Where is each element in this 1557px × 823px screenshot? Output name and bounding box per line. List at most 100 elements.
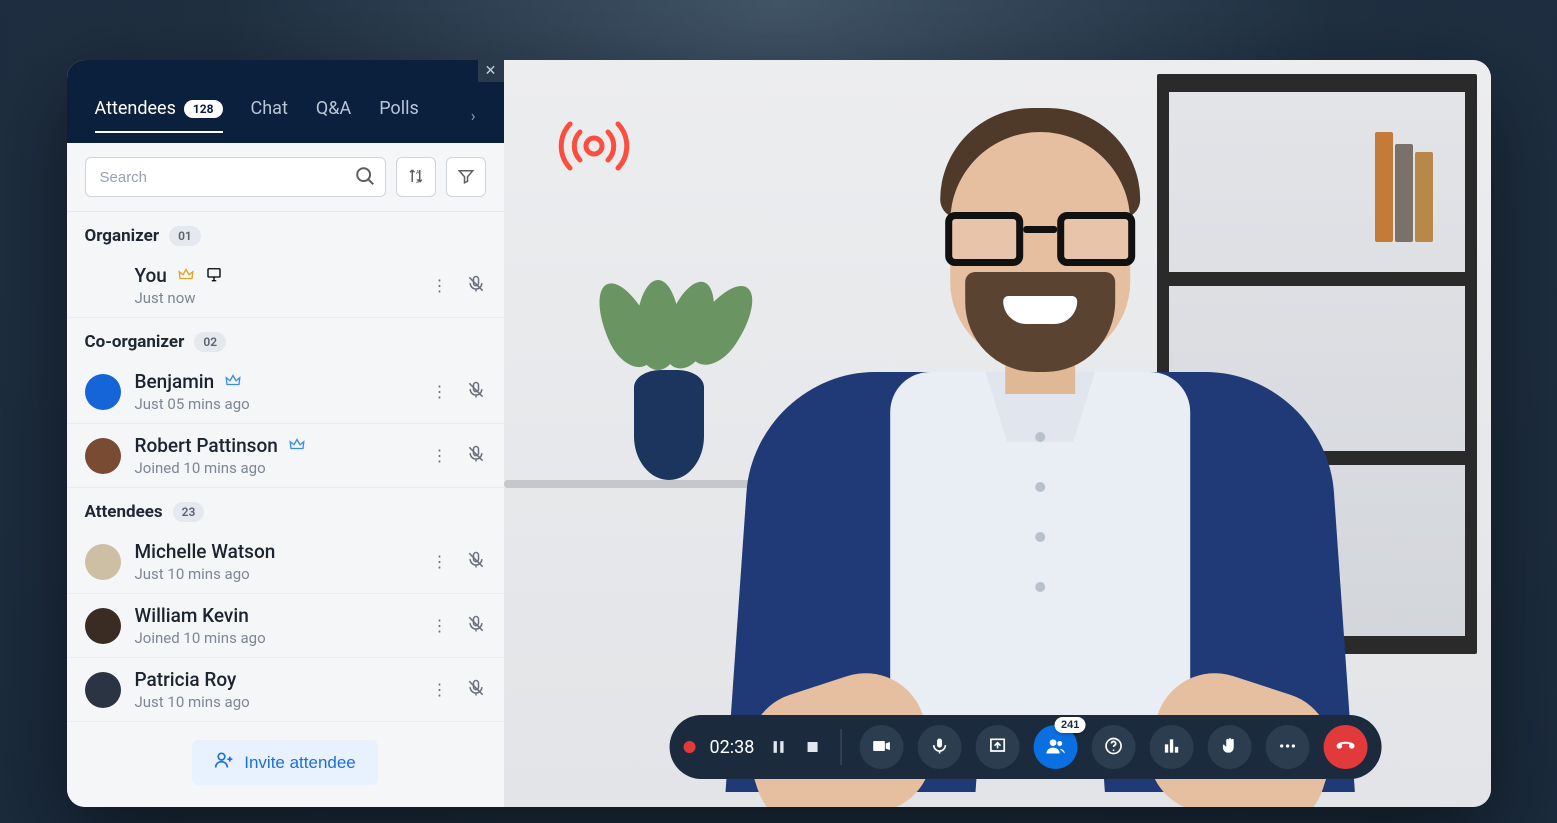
crown-icon — [288, 435, 306, 457]
attendee-name: You — [135, 264, 167, 287]
people-icon — [1045, 736, 1065, 759]
camera-icon — [871, 736, 891, 759]
attendee-subtext: Just 05 mins ago — [135, 395, 432, 413]
participants-button[interactable]: 241 — [1033, 725, 1077, 769]
attendee-name: Benjamin — [135, 370, 215, 393]
section-attendees: Attendees 23 — [67, 488, 504, 530]
crown-icon — [224, 371, 242, 393]
tab-chat[interactable]: Chat — [251, 98, 288, 133]
avatar — [85, 544, 121, 580]
section-count: 23 — [173, 502, 205, 522]
sort-button[interactable]: AZ — [396, 157, 436, 197]
more-icon[interactable]: ⋮ — [432, 680, 448, 699]
attendee-subtext: Just 10 mins ago — [135, 565, 432, 583]
close-icon: ✕ — [485, 63, 497, 79]
section-label: Organizer — [85, 226, 160, 246]
close-sidebar-button[interactable]: ✕ — [478, 60, 504, 82]
tab-label: Chat — [251, 98, 288, 119]
presenter-video — [680, 72, 1400, 792]
attendee-row[interactable]: Michelle Watson Just 10 mins ago ⋮ — [67, 530, 504, 594]
more-icon[interactable]: ⋮ — [432, 616, 448, 635]
sidebar-header: ✕ Attendees 128 Chat Q&A Polls › — [67, 60, 504, 143]
share-icon — [987, 736, 1007, 759]
record-timer: 02:38 — [710, 737, 755, 758]
mic-muted-icon[interactable] — [466, 274, 486, 298]
section-count: 02 — [194, 332, 226, 352]
mic-muted-icon[interactable] — [466, 678, 486, 702]
attendee-info: You Just now — [135, 264, 432, 307]
attendee-list: Organizer 01 You — [67, 212, 504, 722]
section-organizer: Organizer 01 — [67, 212, 504, 254]
search-input[interactable] — [85, 157, 386, 197]
tab-label: Q&A — [316, 98, 351, 119]
attendees-count-pill: 128 — [184, 100, 223, 118]
tab-label: Polls — [379, 98, 419, 119]
attendee-row[interactable]: Benjamin Just 05 mins ago ⋮ — [67, 360, 504, 424]
more-horizontal-icon — [1277, 736, 1297, 759]
more-icon[interactable]: ⋮ — [432, 552, 448, 571]
mic-muted-icon[interactable] — [466, 614, 486, 638]
sort-az-icon: AZ — [407, 167, 425, 188]
search-row: AZ — [67, 143, 504, 212]
section-count: 01 — [169, 226, 201, 246]
mic-muted-icon[interactable] — [466, 380, 486, 404]
reactions-button[interactable] — [1207, 725, 1251, 769]
bar-chart-icon — [1161, 736, 1181, 759]
tab-attendees[interactable]: Attendees 128 — [95, 98, 223, 133]
tab-qna[interactable]: Q&A — [316, 98, 351, 133]
video-area: 02:38 241 — [504, 60, 1491, 807]
attendee-row[interactable]: You Just now ⋮ — [67, 254, 504, 318]
attendee-row[interactable]: Robert Pattinson Joined 10 mins ago ⋮ — [67, 424, 504, 488]
attendee-name: Patricia Roy — [135, 668, 237, 691]
attendee-subtext: Just now — [135, 289, 432, 307]
live-broadcast-icon — [548, 116, 640, 180]
more-options-button[interactable] — [1265, 725, 1309, 769]
more-icon[interactable]: ⋮ — [432, 446, 448, 465]
crown-icon — [177, 265, 195, 287]
call-toolbar: 02:38 241 — [670, 715, 1382, 779]
microphone-button[interactable] — [917, 725, 961, 769]
invite-attendee-button[interactable]: Invite attendee — [192, 740, 378, 785]
hangup-icon — [1335, 736, 1355, 759]
sidebar-tabs: Attendees 128 Chat Q&A Polls › — [67, 80, 504, 143]
avatar — [85, 608, 121, 644]
pause-recording-button[interactable] — [768, 737, 788, 757]
stop-recording-button[interactable] — [802, 737, 822, 757]
polls-button[interactable] — [1149, 725, 1193, 769]
share-screen-button[interactable] — [975, 725, 1019, 769]
camera-button[interactable] — [859, 725, 903, 769]
end-call-button[interactable] — [1323, 725, 1367, 769]
avatar — [85, 438, 121, 474]
video-scene — [504, 60, 1491, 807]
attendee-subtext: Joined 10 mins ago — [135, 629, 432, 647]
more-icon[interactable]: ⋮ — [432, 382, 448, 401]
add-user-icon — [214, 750, 234, 775]
section-label: Co-organizer — [85, 332, 185, 352]
raise-hand-icon — [1219, 736, 1239, 759]
attendee-row[interactable]: William Kevin Joined 10 mins ago ⋮ — [67, 594, 504, 658]
sidebar: ✕ Attendees 128 Chat Q&A Polls › — [67, 60, 504, 807]
attendee-name: Michelle Watson — [135, 540, 276, 563]
attendee-subtext: Joined 10 mins ago — [135, 459, 432, 477]
attendee-subtext: Just 10 mins ago — [135, 693, 432, 711]
tab-label: Attendees — [95, 98, 176, 119]
search-box — [85, 157, 386, 197]
mic-muted-icon[interactable] — [466, 444, 486, 468]
microphone-icon — [929, 736, 949, 759]
invite-bar: Invite attendee — [67, 722, 504, 807]
tab-polls[interactable]: Polls — [379, 98, 419, 133]
attendee-row[interactable]: Patricia Roy Just 10 mins ago ⋮ — [67, 658, 504, 722]
attendee-name: William Kevin — [135, 604, 249, 627]
question-icon — [1103, 736, 1123, 759]
tabs-scroll-right-icon[interactable]: › — [471, 106, 476, 125]
qna-button[interactable] — [1091, 725, 1135, 769]
mic-muted-icon[interactable] — [466, 550, 486, 574]
more-icon[interactable]: ⋮ — [432, 276, 448, 295]
toolbar-divider — [840, 729, 841, 765]
search-icon[interactable] — [354, 165, 376, 191]
filter-icon — [457, 167, 475, 188]
invite-label: Invite attendee — [244, 753, 356, 773]
avatar — [85, 268, 121, 304]
filter-button[interactable] — [446, 157, 486, 197]
participants-count-badge: 241 — [1055, 717, 1085, 733]
